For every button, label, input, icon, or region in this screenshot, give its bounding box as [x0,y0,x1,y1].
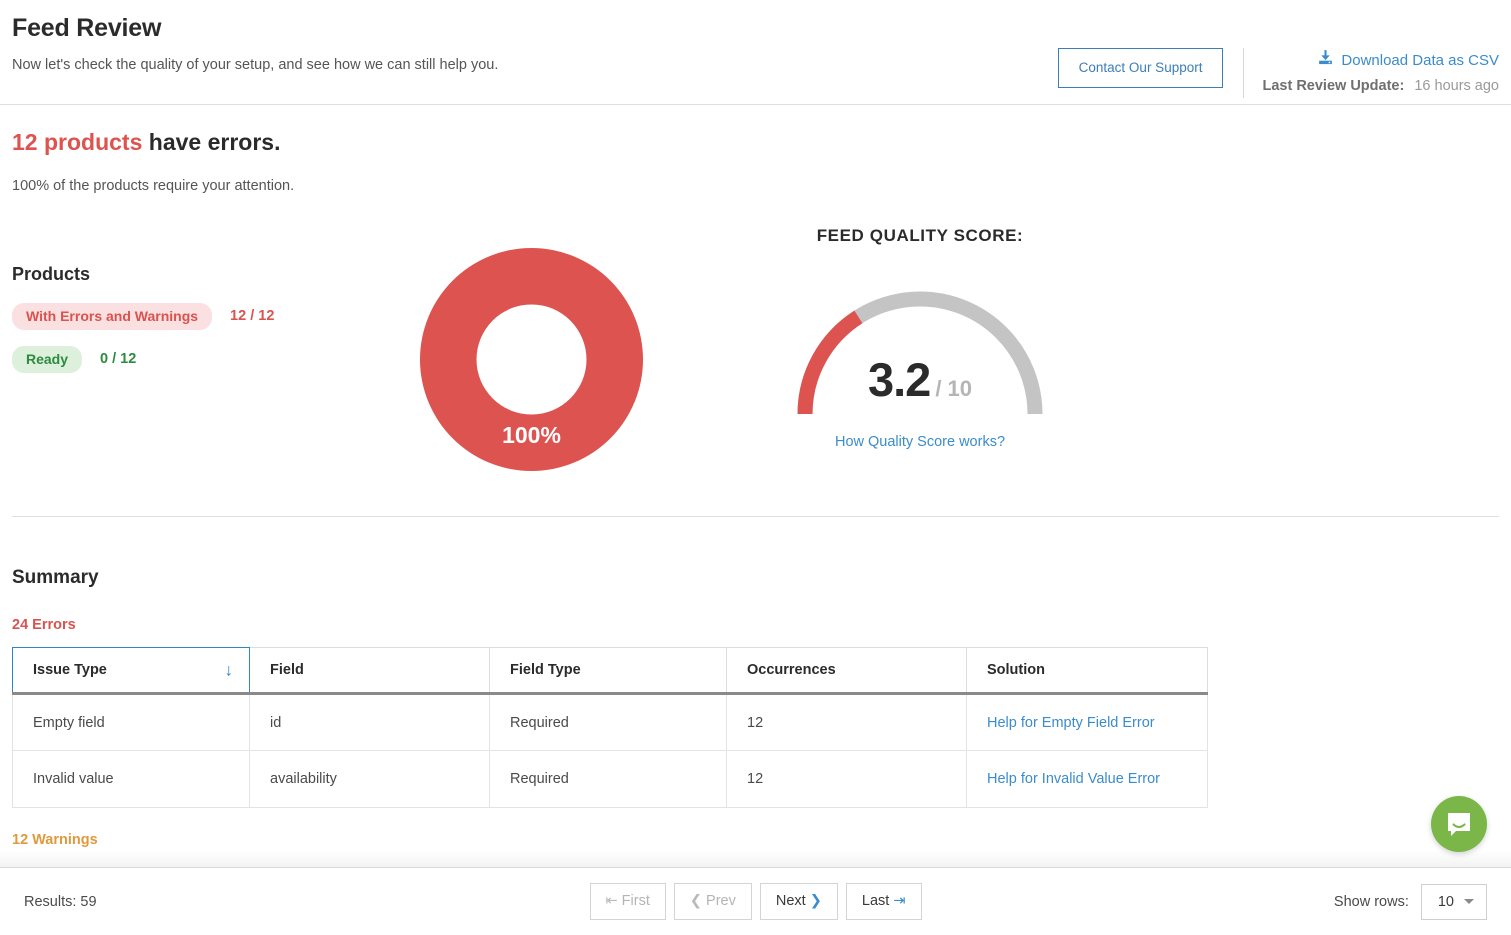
chevron-left-icon: ❮ [690,893,702,909]
products-row-ready: Ready 0 / 12 [12,346,352,373]
quality-gauge: 3.2/ 10 [785,274,1055,424]
download-csv-row: Download Data as CSV [1262,49,1499,71]
errors-product-count: 12 products [12,129,142,155]
column-header-issue-type[interactable]: Issue Type ↓ [13,648,250,694]
quality-score-value: 3.2 [868,353,930,406]
column-header-occurrences[interactable]: Occurrences [727,648,967,694]
chevron-down-icon [1464,899,1474,904]
summary-title: Summary [12,567,1499,589]
cell-field: id [250,694,490,751]
prev-label: Prev [706,893,736,909]
products-row-errors: With Errors and Warnings 12 / 12 [12,303,352,330]
status-badge-errors: With Errors and Warnings [12,303,212,330]
show-rows-label: Show rows: [1334,894,1409,910]
products-count-ready: 0 / 12 [100,351,136,367]
contact-support-button[interactable]: Contact Our Support [1058,48,1224,88]
feed-review-page: Feed Review Now let's check the quality … [0,0,1511,935]
header-meta: Download Data as CSV Last Review Update:… [1262,48,1499,94]
cell-issue-type: Empty field [13,694,250,751]
chat-widget-button[interactable] [1431,796,1487,852]
solution-link[interactable]: Help for Empty Field Error [987,715,1155,731]
cell-solution: Help for Empty Field Error [967,694,1208,751]
table-header-row: Issue Type ↓ Field Field Type Occurrence… [13,648,1208,694]
last-icon: ⇥ [893,893,905,909]
cell-issue-type: Invalid value [13,751,250,808]
last-review-value: 16 hours ago [1414,78,1499,94]
products-count-errors: 12 / 12 [230,308,274,324]
errors-subtext: 100% of the products require your attent… [12,178,1499,194]
last-page-button[interactable]: Last ⇥ [846,883,922,920]
page-title: Feed Review [12,14,1497,43]
pagination-bar: Results: 59 ⇤ First ❮ Prev Next ❯ Last ⇥… [0,867,1511,935]
quality-score-value-row: 3.2/ 10 [785,352,1055,407]
chevron-right-icon: ❯ [810,893,822,909]
header-actions: Contact Our Support Download Data as CSV… [1058,48,1499,98]
products-title: Products [12,264,352,285]
cell-field-type: Required [490,694,727,751]
column-header-field-type[interactable]: Field Type [490,648,727,694]
products-donut-chart: 100% [420,248,643,471]
summary-section: Summary 24 Errors Issue Type ↓ Field Fie… [0,517,1511,848]
first-icon: ⇤ [605,893,617,909]
next-page-button[interactable]: Next ❯ [760,883,838,920]
table-row: Empty field id Required 12 Help for Empt… [13,694,1208,751]
chat-bubble-icon [1445,810,1473,838]
rows-per-page-select[interactable]: 10 [1421,884,1487,920]
quality-score-panel: FEED QUALITY SCORE: 3.2/ 10 How Quality … [760,216,1080,450]
last-review-label: Last Review Update: [1262,78,1404,94]
download-csv-link[interactable]: Download Data as CSV [1341,52,1499,69]
column-header-solution[interactable]: Solution [967,648,1208,694]
errors-headline-rest: have errors. [142,129,280,155]
quality-score-title: FEED QUALITY SCORE: [760,226,1080,246]
page-header: Feed Review Now let's check the quality … [0,0,1511,104]
header-divider [1243,48,1244,98]
next-label: Next [776,893,806,909]
download-icon [1317,49,1334,71]
errors-headline: 12 products have errors. [12,129,1499,156]
cell-occurrences: 12 [727,751,967,808]
summary-table: Issue Type ↓ Field Field Type Occurrence… [12,647,1208,808]
cell-occurrences: 12 [727,694,967,751]
summary-warnings-count: 12 Warnings [12,832,1499,848]
quality-score-help-link[interactable]: How Quality Score works? [760,434,1080,450]
summary-table-body: Empty field id Required 12 Help for Empt… [13,694,1208,808]
rows-per-page-value: 10 [1438,894,1454,910]
results-count: Results: 59 [24,894,97,910]
table-row: Invalid value availability Required 12 H… [13,751,1208,808]
cell-field-type: Required [490,751,727,808]
first-page-button[interactable]: ⇤ First [589,883,665,920]
pagination-controls: ⇤ First ❮ Prev Next ❯ Last ⇥ [589,883,921,920]
cell-solution: Help for Invalid Value Error [967,751,1208,808]
solution-link[interactable]: Help for Invalid Value Error [987,771,1160,787]
summary-table-head: Issue Type ↓ Field Field Type Occurrence… [13,648,1208,694]
stats-row: Products With Errors and Warnings 12 / 1… [0,216,1511,516]
column-header-field[interactable]: Field [250,648,490,694]
last-review-update: Last Review Update: 16 hours ago [1262,78,1499,94]
prev-page-button[interactable]: ❮ Prev [674,883,752,920]
quality-score-max: / 10 [935,376,972,401]
column-header-issue-type-label: Issue Type [33,662,107,678]
status-badge-ready: Ready [12,346,82,373]
cell-field: availability [250,751,490,808]
errors-banner: 12 products have errors. 100% of the pro… [0,105,1511,194]
donut-center-label: 100% [420,422,643,449]
last-label: Last [862,893,889,909]
first-label: First [622,893,650,909]
sort-down-icon: ↓ [225,662,234,679]
summary-errors-count: 24 Errors [12,617,1499,633]
show-rows-control: Show rows: 10 [1334,884,1487,920]
products-panel: Products With Errors and Warnings 12 / 1… [12,264,352,389]
